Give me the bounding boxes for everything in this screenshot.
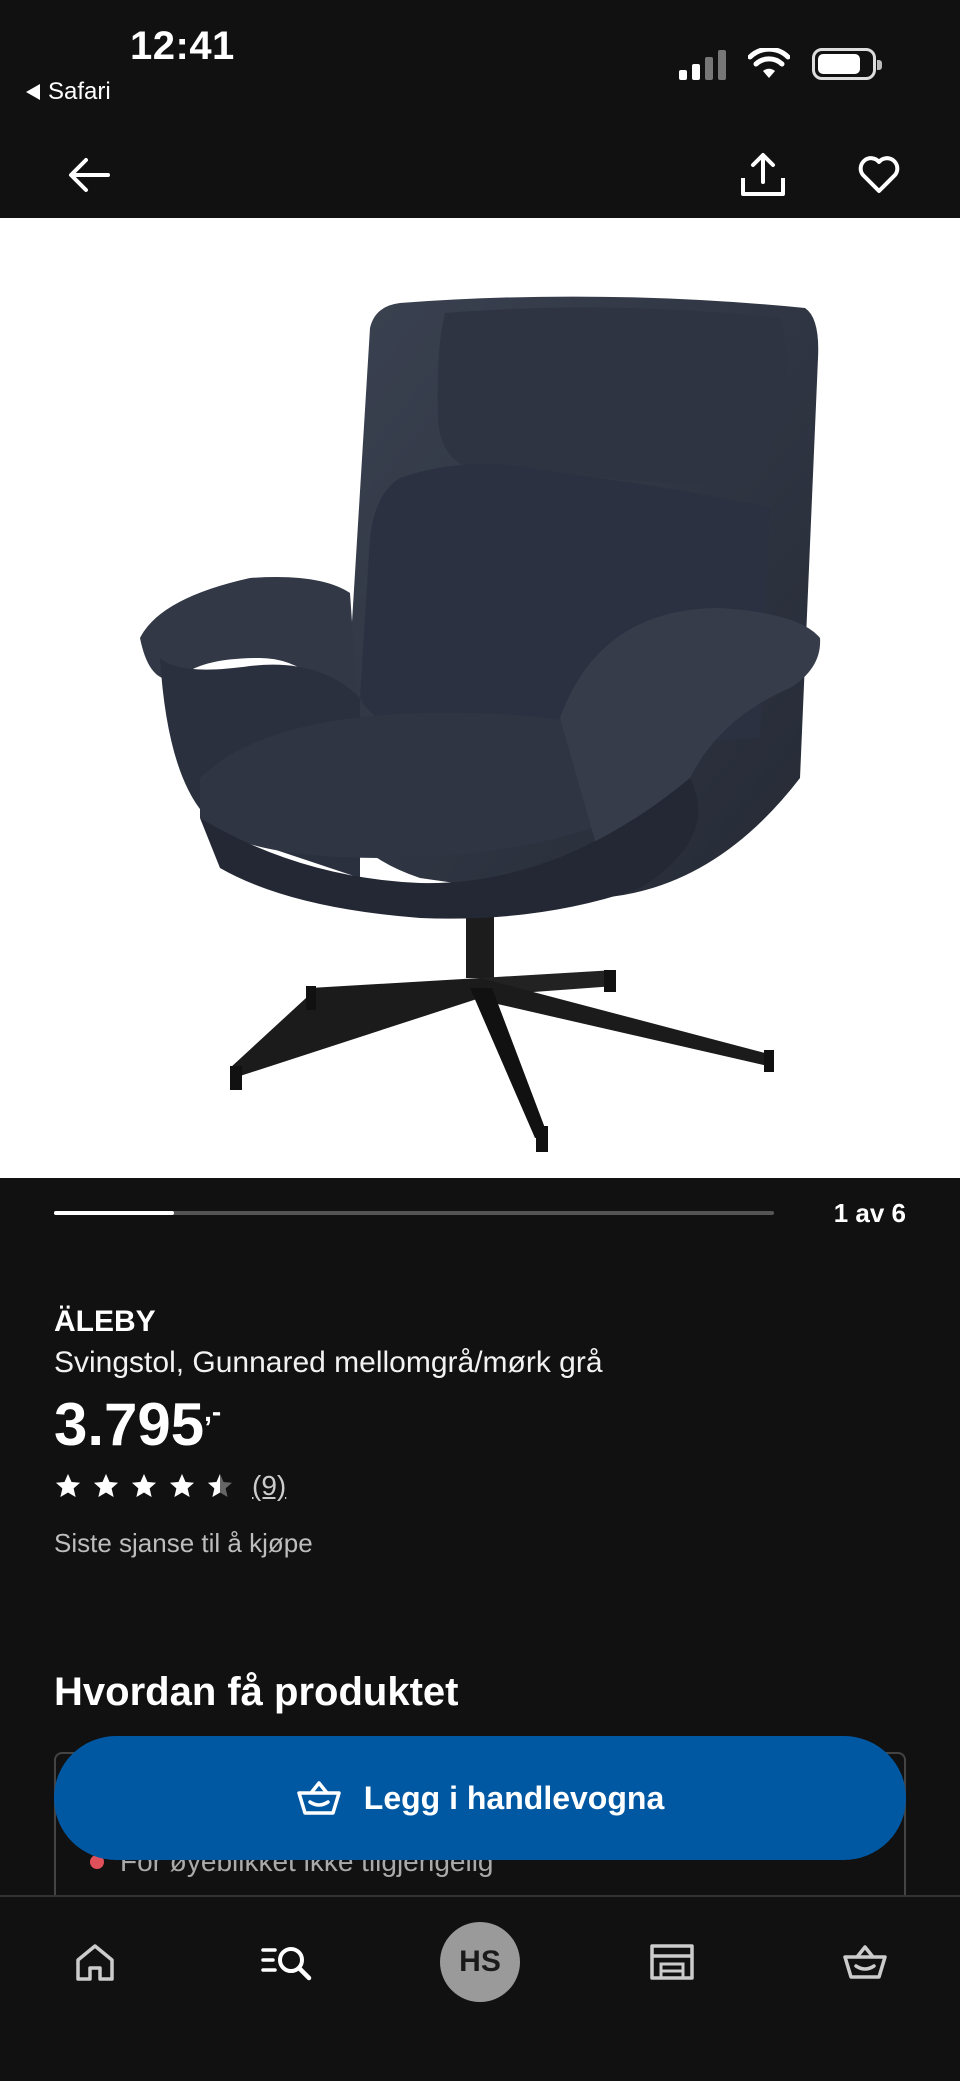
star-full-icon [94, 1474, 118, 1497]
tab-cart[interactable] [820, 1917, 910, 2007]
back-button[interactable] [54, 140, 124, 210]
star-full-icon [132, 1474, 156, 1497]
review-count[interactable]: (9) [252, 1470, 286, 1502]
tab-home[interactable] [50, 1917, 140, 2007]
status-time: 12:41 [130, 24, 235, 68]
status-bar: 12:41 Safari [0, 0, 960, 130]
add-to-cart-label: Legg i handlevogna [363, 1779, 665, 1816]
swivel-armchair-image [140, 296, 821, 1152]
status-icons [679, 48, 882, 80]
tab-search[interactable] [242, 1917, 332, 2007]
share-icon [741, 153, 785, 196]
tab-bar: HS [0, 1895, 960, 2081]
star-full-icon [170, 1474, 194, 1497]
carousel-progress [54, 1211, 174, 1215]
back-app-label: Safari [48, 78, 111, 105]
back-triangle-icon [26, 84, 40, 100]
basket-icon [297, 1781, 341, 1815]
home-icon [76, 1944, 114, 1981]
back-to-safari[interactable]: Safari [26, 78, 111, 106]
rating-stars [54, 1472, 234, 1500]
cellular-signal-icon [679, 48, 726, 80]
nav-bar [0, 130, 960, 218]
price-suffix: ,- [204, 1396, 222, 1427]
wifi-icon [748, 48, 790, 78]
back-arrow-icon [69, 158, 110, 192]
image-carousel-indicator: 1 av 6 [54, 1198, 906, 1238]
product-price: 3.795 ,- [54, 1390, 221, 1459]
favorite-button[interactable] [844, 140, 914, 210]
battery-icon [812, 48, 882, 80]
rating[interactable]: (9) [54, 1470, 286, 1502]
carousel-counter: 1 av 6 [833, 1198, 906, 1228]
share-button[interactable] [728, 140, 798, 210]
delivery-section-title: Hvordan få produktet [54, 1670, 459, 1714]
product-image[interactable] [0, 218, 960, 1178]
product-name: ÄLEBY [54, 1305, 156, 1338]
heart-icon [858, 156, 900, 193]
carousel-track [54, 1211, 774, 1215]
search-list-icon [261, 1947, 312, 1981]
star-half-icon [208, 1474, 232, 1497]
avatar: HS [440, 1922, 520, 2002]
star-full-icon [56, 1474, 80, 1497]
availability-note: Siste sjanse til å kjøpe [54, 1528, 313, 1558]
price-value: 3.795 [54, 1391, 205, 1458]
tab-profile[interactable]: HS [435, 1917, 525, 2007]
basket-icon [843, 1945, 887, 1979]
add-to-cart-button[interactable]: Legg i handlevogna [54, 1736, 906, 1860]
store-icon [650, 1944, 694, 1980]
tab-stores[interactable] [627, 1917, 717, 2007]
product-description: Svingstol, Gunnared mellomgrå/mørk grå [54, 1346, 603, 1379]
